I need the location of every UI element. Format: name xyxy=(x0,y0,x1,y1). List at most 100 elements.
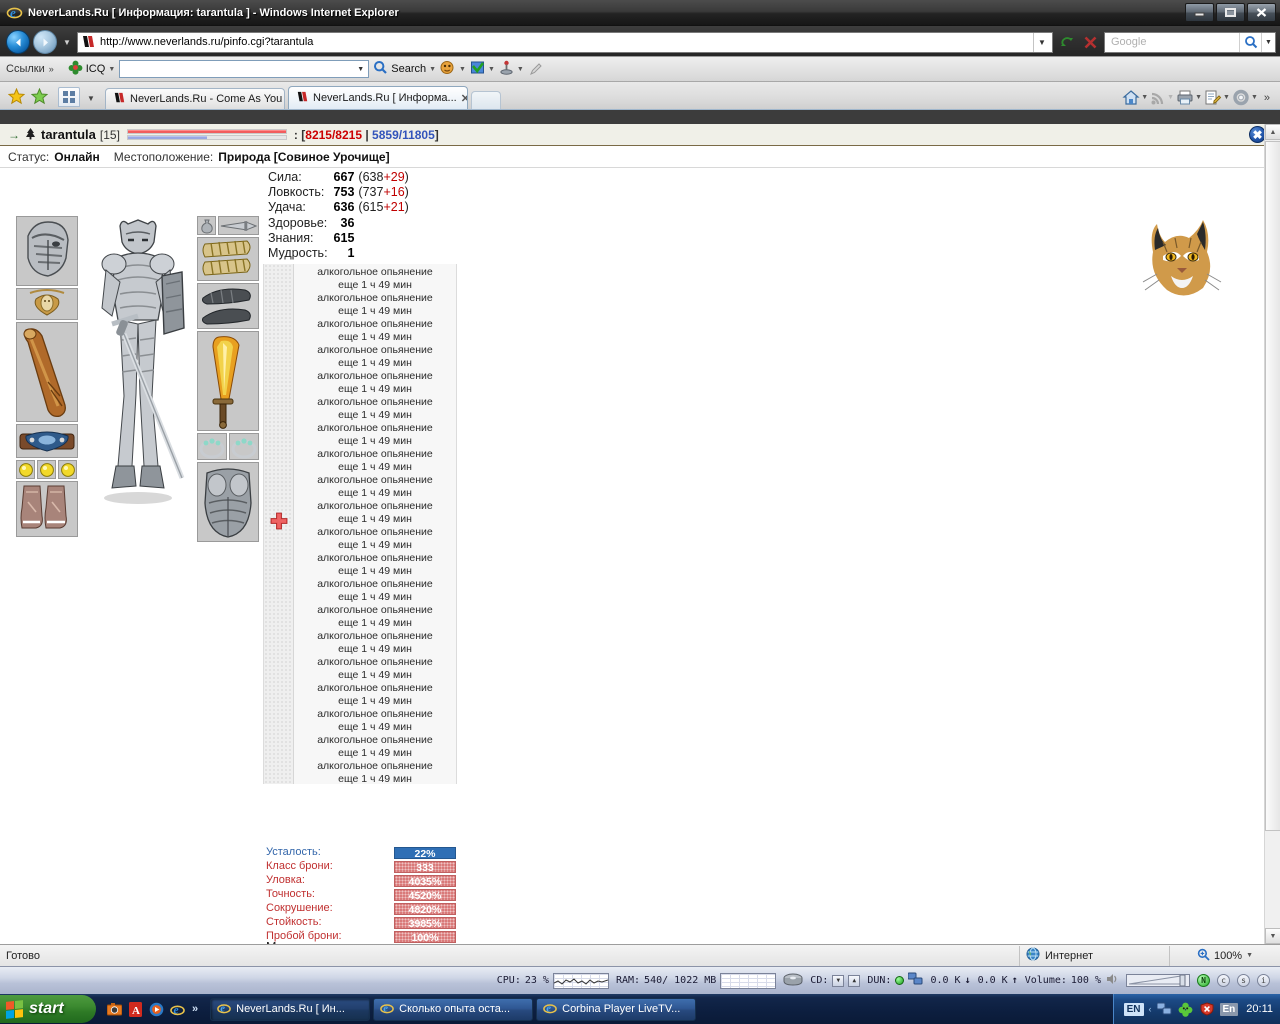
slot-armor[interactable] xyxy=(197,462,259,542)
tray-expand-icon[interactable]: ‹ xyxy=(1149,1004,1152,1014)
search-toolbar-button[interactable]: Search ▼ xyxy=(373,60,436,78)
links-chevron-icon[interactable]: » xyxy=(49,64,54,74)
camera-icon[interactable] xyxy=(106,1001,122,1017)
slot-bracers[interactable] xyxy=(197,237,259,281)
search-icon[interactable] xyxy=(1239,32,1261,52)
back-button[interactable] xyxy=(6,30,30,54)
effect-name[interactable]: алкогольное опьянение xyxy=(294,370,456,383)
shield-icon[interactable] xyxy=(1199,1001,1215,1017)
tools-caret-icon[interactable]: ▼ xyxy=(1251,94,1258,101)
toolbar-overflow-button[interactable]: » xyxy=(1260,92,1274,104)
buddy-button[interactable]: ▼ xyxy=(440,60,466,78)
effect-name[interactable]: алкогольное опьянение xyxy=(294,292,456,305)
effect-name[interactable]: алкогольное опьянение xyxy=(294,630,456,643)
favorites-star-icon[interactable] xyxy=(6,86,26,106)
sysmon-button-n[interactable]: N xyxy=(1197,974,1210,987)
slot-sword-flame[interactable] xyxy=(197,331,259,431)
slot-helmet[interactable] xyxy=(16,216,78,286)
icq-search-input[interactable]: ▼ xyxy=(119,60,370,78)
slot-potion-3[interactable] xyxy=(58,460,77,479)
icq-input-caret-icon[interactable]: ▼ xyxy=(353,61,368,77)
address-dropdown-button[interactable]: ▼ xyxy=(1033,32,1050,52)
slot-dagger[interactable] xyxy=(218,216,259,235)
search-dropdown-button[interactable]: ▼ xyxy=(1261,32,1275,52)
keyboard-layout-badge[interactable]: En xyxy=(1219,1002,1239,1016)
slot-potion-2[interactable] xyxy=(37,460,56,479)
cd-eject-up-button[interactable]: ▲ xyxy=(848,974,861,987)
effect-name[interactable]: алкогольное опьянение xyxy=(294,708,456,721)
character-nickname[interactable]: tarantula xyxy=(41,127,96,142)
effect-name[interactable]: алкогольное опьянение xyxy=(294,422,456,435)
refresh-button[interactable] xyxy=(1056,32,1077,53)
stop-button[interactable] xyxy=(1080,32,1101,53)
volume-control[interactable]: Volume: 100 % xyxy=(1025,972,1119,989)
volume-slider[interactable] xyxy=(1126,974,1190,987)
mail-button[interactable]: ▼ xyxy=(470,60,495,78)
print-caret-icon[interactable]: ▼ xyxy=(1195,94,1202,101)
feeds-caret-icon[interactable]: ▼ xyxy=(1167,94,1174,101)
media-player-icon[interactable] xyxy=(148,1001,164,1017)
quick-launch-overflow[interactable]: » xyxy=(192,1003,198,1015)
scroll-down-button[interactable]: ▼ xyxy=(1265,928,1280,944)
search-toolbar-caret-icon[interactable]: ▼ xyxy=(429,66,436,73)
home-caret-icon[interactable]: ▼ xyxy=(1141,94,1148,101)
page-caret-icon[interactable]: ▼ xyxy=(1223,94,1230,101)
taskbar-item-corbina[interactable]: e Corbina Player LiveTV... xyxy=(536,997,697,1021)
tab-neverlands-info[interactable]: NeverLands.Ru [ Информа... ✕ xyxy=(288,86,468,109)
slot-belt[interactable] xyxy=(16,424,78,458)
search-box[interactable]: Google ▼ xyxy=(1104,31,1276,53)
language-badge[interactable]: EN xyxy=(1123,1002,1144,1016)
acrobat-icon[interactable]: A xyxy=(127,1001,143,1017)
security-zone[interactable]: Интернет xyxy=(1020,945,1170,966)
effect-name[interactable]: алкогольное опьянение xyxy=(294,578,456,591)
close-button[interactable] xyxy=(1247,3,1276,22)
games-button[interactable]: ▼ xyxy=(499,60,524,78)
address-bar[interactable]: http://www.neverlands.ru/pinfo.cgi?taran… xyxy=(77,31,1053,53)
effect-name[interactable]: алкогольное опьянение xyxy=(294,656,456,669)
slot-bag[interactable] xyxy=(197,216,216,235)
effect-name[interactable]: алкогольное опьянение xyxy=(294,266,456,279)
add-favorite-icon[interactable] xyxy=(29,86,49,106)
taskbar-item-experience[interactable]: e Сколько опыта оста... xyxy=(373,997,534,1021)
slot-weapon-club[interactable] xyxy=(16,322,78,422)
pencil-tool-icon[interactable] xyxy=(528,62,543,77)
games-caret-icon[interactable]: ▼ xyxy=(517,66,524,73)
tools-button[interactable]: ▼ xyxy=(1232,89,1258,106)
zoom-caret-icon[interactable]: ▼ xyxy=(1246,952,1253,959)
clock[interactable]: 20:11 xyxy=(1243,1003,1273,1015)
home-button[interactable]: ▼ xyxy=(1122,89,1148,106)
effect-name[interactable]: алкогольное опьянение xyxy=(294,682,456,695)
effect-name[interactable]: алкогольное опьянение xyxy=(294,526,456,539)
slot-potion-1[interactable] xyxy=(16,460,35,479)
effect-name[interactable]: алкогольное опьянение xyxy=(294,474,456,487)
maximize-button[interactable] xyxy=(1216,3,1245,22)
start-button[interactable]: start xyxy=(0,995,96,1023)
network-icon[interactable] xyxy=(1157,1001,1173,1017)
effect-name[interactable]: алкогольное опьянение xyxy=(294,760,456,773)
effect-name[interactable]: алкогольное опьянение xyxy=(294,552,456,565)
history-dropdown-button[interactable]: ▼ xyxy=(60,31,74,53)
sysmon-button-i[interactable]: i xyxy=(1257,974,1270,987)
effect-name[interactable]: алкогольное опьянение xyxy=(294,604,456,617)
medkit-icon[interactable] xyxy=(270,512,288,530)
quick-tabs-caret-icon[interactable]: ▼ xyxy=(84,87,98,109)
effect-name[interactable]: алкогольное опьянение xyxy=(294,318,456,331)
sysmon-button-s[interactable]: s xyxy=(1237,974,1250,987)
icq-button[interactable]: ICQ ▼ xyxy=(68,60,115,78)
quick-tabs-button[interactable] xyxy=(58,87,80,107)
effect-name[interactable]: алкогольное опьянение xyxy=(294,500,456,513)
forward-button[interactable] xyxy=(33,30,57,54)
cd-eject-down-button[interactable]: ▼ xyxy=(832,974,845,987)
scrollbar-thumb[interactable] xyxy=(1265,141,1280,831)
cd-control[interactable]: CD: ▼ ▲ xyxy=(810,974,861,987)
zoom-control[interactable]: 100% ▼ xyxy=(1170,946,1280,966)
slot-ring-1[interactable] xyxy=(197,433,227,460)
tab-close-icon[interactable]: ✕ xyxy=(461,92,467,105)
effect-name[interactable]: алкогольное опьянение xyxy=(294,448,456,461)
effect-name[interactable]: алкогольное опьянение xyxy=(294,396,456,409)
clover-icon[interactable] xyxy=(1178,1001,1194,1017)
new-tab-button[interactable] xyxy=(471,91,501,109)
scroll-up-button[interactable]: ▲ xyxy=(1265,124,1280,140)
taskbar-item-neverlands[interactable]: e NeverLands.Ru [ Ин... xyxy=(210,997,371,1021)
page-scrollbar[interactable]: ▲ ▼ xyxy=(1264,124,1280,944)
